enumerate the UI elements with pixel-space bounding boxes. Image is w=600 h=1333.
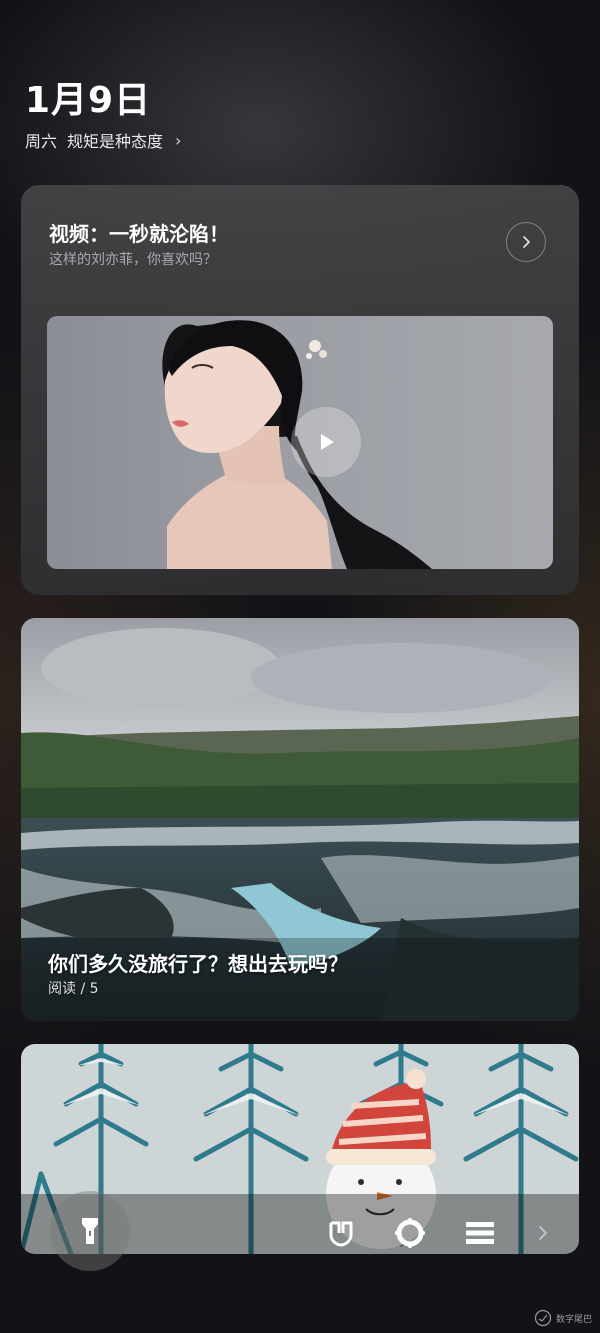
video-card[interactable]: 视频：一秒就沦陷！ 这样的刘亦菲，你喜欢吗？ [21, 185, 579, 595]
article-card[interactable]: 你们多久没旅行了？想出去玩吗？ 阅读 / 5 [21, 618, 579, 1021]
play-button[interactable] [291, 407, 361, 477]
lens-icon [395, 1218, 425, 1248]
flashlight-button[interactable] [50, 1191, 130, 1271]
play-icon [321, 434, 334, 450]
chevron-right-icon [523, 236, 530, 248]
article-meta: 阅读 / 5 [48, 981, 99, 997]
more-button[interactable] [530, 1217, 556, 1249]
date-title: 1月9日 [25, 80, 152, 121]
watermark-text: 数字尾巴 [555, 1314, 592, 1325]
mijia-button[interactable] [325, 1217, 357, 1249]
video-card-title[interactable]: 视频：一秒就沦陷！ [49, 218, 229, 247]
video-thumbnail[interactable] [47, 316, 553, 569]
chevron-right-icon[interactable]: › [175, 131, 181, 150]
article-title[interactable]: 你们多久没旅行了？想出去玩吗？ [48, 948, 348, 977]
menu-icon [466, 1222, 494, 1244]
daily-headline[interactable]: 周六 规矩是种态度 › [25, 128, 181, 152]
headline-link[interactable]: 规矩是种态度 [67, 128, 163, 152]
chevron-right-icon [539, 1226, 548, 1240]
date-header: 1月9日 周六 规矩是种态度 › [25, 80, 181, 152]
weekday-label: 周六 [25, 132, 58, 151]
lens-button[interactable] [394, 1217, 426, 1249]
watermark-logo-icon [534, 1309, 552, 1327]
video-card-subtitle: 这样的刘亦菲，你喜欢吗？ [49, 252, 217, 268]
next-button[interactable] [506, 222, 546, 262]
flashlight-icon [82, 1218, 98, 1244]
watermark: 数字尾巴 [534, 1309, 592, 1327]
menu-button[interactable] [464, 1217, 496, 1249]
mijia-icon [329, 1221, 353, 1247]
